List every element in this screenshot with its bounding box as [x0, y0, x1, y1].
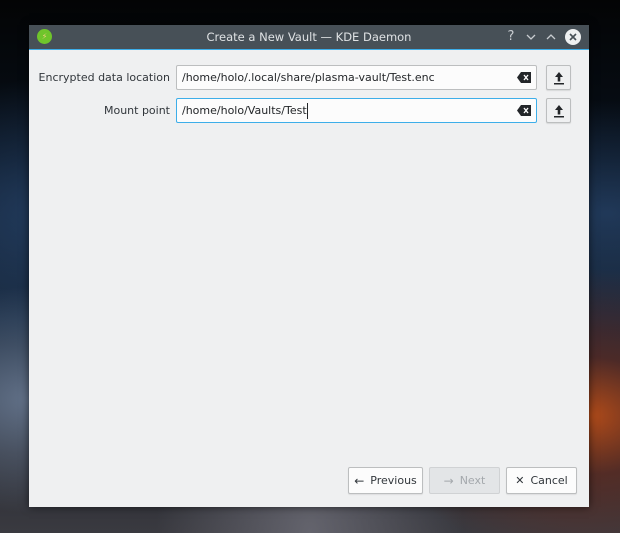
cancel-icon: ✕: [515, 474, 525, 487]
next-button-label: Next: [459, 474, 486, 487]
previous-button[interactable]: ← Previous: [348, 467, 423, 494]
mount-point-label: Mount point: [103, 104, 170, 117]
arrow-right-icon: →: [443, 473, 454, 488]
browse-encrypted-location-button[interactable]: [546, 65, 571, 90]
cancel-button-label: Cancel: [530, 474, 568, 487]
mount-point-field[interactable]: [176, 98, 537, 123]
browse-mount-point-button[interactable]: [546, 98, 571, 123]
clear-text-icon[interactable]: [517, 72, 531, 83]
close-icon[interactable]: [565, 29, 581, 45]
upload-icon: [554, 105, 564, 118]
arrow-left-icon: ←: [354, 473, 365, 488]
minimize-icon[interactable]: [523, 28, 539, 46]
mount-point-input[interactable]: [182, 99, 502, 122]
help-icon[interactable]: ?: [503, 28, 519, 46]
clear-text-icon[interactable]: [517, 105, 531, 116]
maximize-icon[interactable]: [543, 28, 559, 46]
text-cursor: [307, 103, 308, 119]
next-button[interactable]: → Next: [429, 467, 500, 494]
previous-button-label: Previous: [370, 474, 417, 487]
titlebar[interactable]: ⚡ Create a New Vault — KDE Daemon ?: [29, 25, 589, 50]
encrypted-data-location-field[interactable]: [176, 65, 537, 90]
cancel-button[interactable]: ✕ Cancel: [506, 467, 577, 494]
create-vault-dialog: ⚡ Create a New Vault — KDE Daemon ? Encr…: [29, 25, 589, 507]
upload-icon: [554, 72, 564, 85]
encrypted-data-location-input[interactable]: [182, 66, 502, 89]
encrypted-data-location-label: Encrypted data location: [38, 71, 170, 84]
